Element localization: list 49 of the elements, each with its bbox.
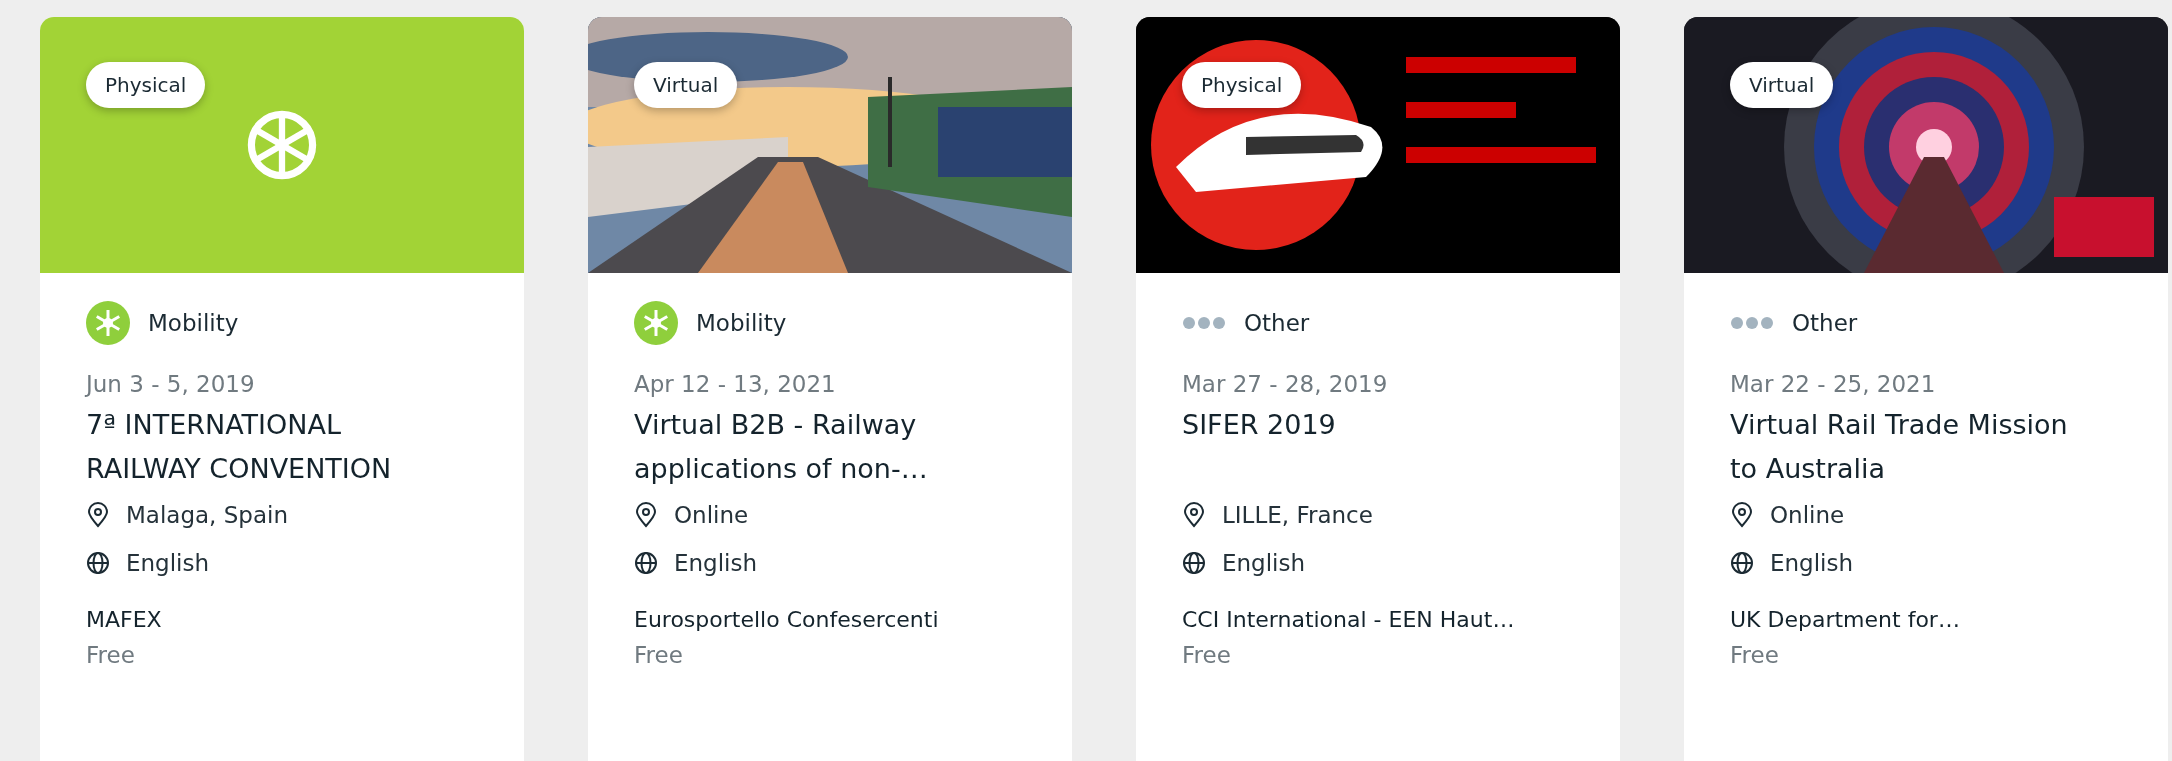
event-card[interactable]: Virtual Other Mar 22 - 25, 2021 Virtual Rail Trade Mission to Australia Online English UK Department for… Free <box>1684 17 2168 761</box>
category-label: Other <box>1792 310 1858 336</box>
organizer-name: MAFEX <box>86 607 163 632</box>
organizer-name: Eurosportello Confesercenti <box>634 607 940 632</box>
event-price: Free <box>86 642 136 668</box>
event-date: Jun 3 - 5, 2019 <box>86 371 256 397</box>
event-date: Apr 12 - 13, 2021 <box>634 371 837 397</box>
event-price: Free <box>1182 642 1232 668</box>
event-title: 7ª INTERNATIONAL RAILWAY CONVENTION <box>86 408 393 486</box>
dots-icon <box>1730 316 1774 330</box>
location-pin-icon <box>1730 502 1754 528</box>
event-price: Free <box>634 642 684 668</box>
globe-icon <box>86 551 110 575</box>
globe-icon <box>634 551 658 575</box>
event-location: Malaga, Spain <box>126 502 288 528</box>
location-pin-icon <box>86 502 110 528</box>
format-badge: Virtual <box>1730 62 1834 108</box>
format-badge: Physical <box>86 62 206 108</box>
event-title: SIFER 2019 <box>1182 408 1337 442</box>
event-date: Mar 22 - 25, 2021 <box>1730 371 1937 397</box>
event-language: English <box>1222 550 1306 576</box>
event-location: Online <box>674 502 749 528</box>
category-label: Other <box>1244 310 1310 336</box>
event-price: Free <box>1730 642 1780 668</box>
location-pin-icon <box>634 502 658 528</box>
event-date: Mar 27 - 28, 2019 <box>1182 371 1389 397</box>
dots-icon <box>1182 316 1226 330</box>
wheel-icon <box>634 301 678 345</box>
event-language: English <box>674 550 758 576</box>
category-label: Mobility <box>148 310 239 336</box>
format-badge: Virtual <box>634 62 738 108</box>
globe-icon <box>1182 551 1206 575</box>
event-card[interactable]: Physical Other Mar 27 - 28, 2019 SIFER 2019 LILLE, France English CCI International - EEN Haut… Free <box>1136 17 1620 761</box>
organizer-name: UK Department for… <box>1730 607 1961 632</box>
format-badge: Physical <box>1182 62 1302 108</box>
wheel-icon <box>86 301 130 345</box>
organizer-name: CCI International - EEN Haut… <box>1182 607 1516 632</box>
event-card[interactable]: Virtual Mobility Apr 12 - 13, 2021 Virtual B2B - Railway applications of non-… Online English Eurosportello Confesercenti Free <box>588 17 1072 761</box>
event-language: English <box>1770 550 1854 576</box>
event-location: Online <box>1770 502 1845 528</box>
category-label: Mobility <box>696 310 787 336</box>
location-pin-icon <box>1182 502 1206 528</box>
globe-icon <box>1730 551 1754 575</box>
event-title: Virtual Rail Trade Mission to Australia <box>1730 408 2069 486</box>
wheel-icon <box>246 109 318 181</box>
event-title: Virtual B2B - Railway applications of non-… <box>634 408 929 486</box>
event-language: English <box>126 550 210 576</box>
event-location: LILLE, France <box>1222 502 1373 528</box>
event-card[interactable]: Physical Mobility Jun 3 - 5, 2019 7ª INTERNATIONAL RAILWAY CONVENTION Malaga, Spain English MAFEX Free <box>40 17 524 761</box>
